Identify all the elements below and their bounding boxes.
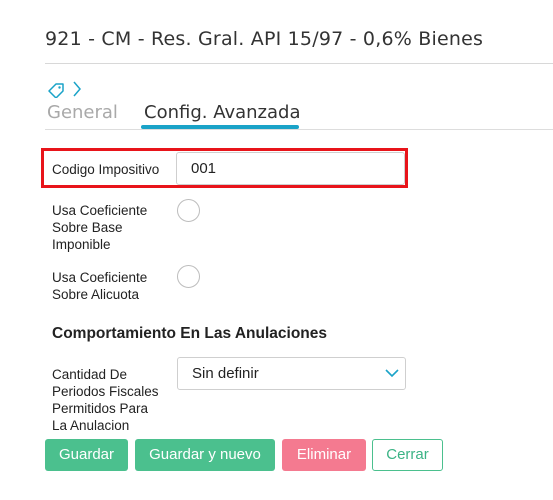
cantidad-periodos-select[interactable]: Sin definir	[177, 357, 406, 390]
eliminar-button[interactable]: Eliminar	[282, 439, 366, 471]
usa-coef-base-radio[interactable]	[177, 199, 200, 222]
usa-coef-base-label: Usa Coeficiente Sobre Base Imponible	[52, 203, 148, 252]
cantidad-periodos-value: Sin definir	[192, 365, 259, 382]
tab-config-avanzada[interactable]: Config. Avanzada	[144, 102, 300, 123]
chevron-down-icon	[385, 369, 399, 378]
usa-coef-alicuota-radio[interactable]	[177, 265, 200, 288]
guardar-button[interactable]: Guardar	[45, 439, 128, 471]
codigo-impositivo-label: Codigo Impositivo	[52, 162, 160, 177]
tag-icon[interactable]	[47, 82, 65, 98]
header-divider	[45, 63, 553, 64]
tabs-divider	[45, 129, 553, 130]
page-title: 921 - CM - Res. Gral. API 15/97 - 0,6% B…	[45, 28, 484, 50]
tab-general[interactable]: General	[47, 102, 118, 123]
guardar-y-nuevo-button[interactable]: Guardar y nuevo	[135, 439, 275, 471]
codigo-impositivo-input[interactable]: 001	[176, 152, 405, 185]
chevron-right-icon[interactable]	[72, 80, 82, 98]
cantidad-periodos-label: Cantidad De Periodos Fiscales Permitidos…	[52, 367, 159, 433]
cerrar-button[interactable]: Cerrar	[372, 439, 443, 471]
anulaciones-section-title: Comportamiento En Las Anulaciones	[52, 325, 328, 342]
usa-coef-alicuota-label: Usa Coeficiente Sobre Alicuota	[52, 270, 148, 302]
